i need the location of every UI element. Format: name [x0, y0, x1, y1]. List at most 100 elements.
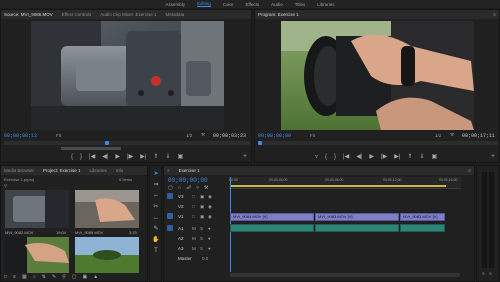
eye-icon[interactable]: ◉ — [208, 194, 212, 200]
workspace-color[interactable]: Color — [223, 2, 234, 7]
source-zoom-bar[interactable] — [61, 147, 121, 150]
wrench-icon[interactable]: ⚒ — [201, 132, 205, 138]
step-back-icon[interactable]: ◀| — [356, 153, 362, 160]
master-volume[interactable]: 0.0 — [202, 256, 208, 261]
panel-menu-icon[interactable]: ≡ — [493, 12, 496, 18]
tab-media-browser[interactable]: Media Browser — [4, 168, 34, 173]
ripple-edit-tool-icon[interactable]: ⇔ — [152, 192, 160, 200]
sync-lock-icon[interactable]: ▣ — [200, 194, 204, 200]
panel-menu-icon[interactable]: ≡ — [468, 168, 471, 174]
sync-lock-icon[interactable]: ▣ — [200, 204, 204, 210]
workspace-libraries[interactable]: Libraries — [317, 2, 334, 7]
go-to-out-icon[interactable]: ▶| — [140, 153, 146, 160]
mark-in-icon[interactable]: { — [325, 154, 327, 160]
new-item-icon[interactable]: ▣ — [83, 274, 88, 280]
lock-icon[interactable]: □ — [192, 214, 195, 219]
step-forward-icon[interactable]: |▶ — [381, 153, 387, 160]
timeline-ruler[interactable]: 00;00 00;00;04;00 00;00;08;00 00;00;12;0… — [229, 177, 461, 189]
source-patch-a1[interactable] — [167, 225, 173, 231]
tab-project[interactable]: Project: Exercise 1 — [43, 168, 81, 173]
workspace-audio[interactable]: Audio — [271, 2, 283, 7]
audio-clip[interactable] — [230, 224, 314, 232]
mute-icon[interactable]: M — [192, 246, 196, 251]
type-tool-icon[interactable]: T — [152, 247, 160, 255]
tab-source[interactable]: Source: MVI_9086.MOV — [4, 12, 53, 17]
eye-icon[interactable]: ◉ — [208, 204, 212, 210]
program-time-ruler[interactable] — [258, 141, 498, 145]
source-time-ruler[interactable] — [4, 141, 250, 145]
find-icon[interactable]: ⚲ — [62, 274, 66, 280]
microphone-icon[interactable]: ● — [208, 246, 211, 251]
lock-icon[interactable]: □ — [192, 194, 195, 199]
workspace-titles[interactable]: Titles — [295, 2, 306, 7]
mute-icon[interactable]: M — [192, 236, 196, 241]
workspace-effects[interactable]: Effects — [245, 2, 259, 7]
list-view-icon[interactable]: ≡ — [13, 274, 16, 280]
workspace-editing[interactable]: Editing — [196, 1, 211, 7]
lock-icon[interactable]: □ — [4, 274, 7, 280]
source-fit-dropdown[interactable]: Fit — [56, 133, 61, 138]
audio-clip[interactable] — [315, 224, 399, 232]
video-clip[interactable]: MVI_9083.MOV [V] — [315, 213, 399, 221]
source-video-frame[interactable] — [31, 21, 224, 130]
hand-tool-icon[interactable]: ✋ — [152, 236, 160, 244]
source-playhead[interactable] — [105, 141, 109, 145]
search-icon[interactable]: ⚲ — [4, 183, 7, 188]
extract-icon[interactable]: ⇓ — [419, 153, 424, 160]
marker-icon[interactable]: ▿ — [315, 153, 318, 160]
new-bin-icon[interactable]: ▢ — [72, 274, 77, 280]
program-video-frame[interactable] — [281, 21, 474, 130]
nest-icon[interactable]: ▢ — [168, 185, 173, 191]
program-playhead[interactable] — [258, 141, 262, 145]
step-back-icon[interactable]: ◀| — [102, 153, 108, 160]
work-area-bar[interactable] — [231, 185, 446, 187]
source-add-button-icon[interactable]: + — [243, 153, 247, 160]
go-to-in-icon[interactable]: |◀ — [343, 153, 349, 160]
source-resolution-fraction[interactable]: 1/2 — [186, 133, 192, 138]
overwrite-icon[interactable]: ⇓ — [165, 153, 170, 160]
program-timecode[interactable]: 00;00;00;00 — [258, 133, 291, 139]
lock-icon[interactable]: □ — [192, 204, 195, 209]
video-clip[interactable]: MVI_9083.MOV [V] — [400, 213, 445, 221]
play-icon[interactable]: ▶ — [369, 153, 374, 160]
pen-tool-icon[interactable]: ✎ — [152, 225, 160, 233]
source-patch-v1[interactable] — [167, 213, 173, 219]
tab-metadata[interactable]: Metadata — [166, 12, 185, 17]
project-thumbnail[interactable] — [75, 237, 139, 273]
razor-tool-icon[interactable]: ✂ — [152, 203, 160, 211]
icon-view-icon[interactable]: ▦ — [22, 274, 27, 280]
tab-program[interactable]: Program: Exercise 1 — [258, 12, 299, 17]
linked-selection-icon[interactable]: ☍ — [186, 185, 191, 191]
program-add-button-icon[interactable]: + — [491, 153, 495, 160]
add-marker-icon[interactable]: ▿ — [196, 185, 199, 191]
solo-icon[interactable]: S — [200, 236, 203, 241]
tab-sequence[interactable]: Exercise 1 — [179, 168, 200, 173]
workspace-assembly[interactable]: Assembly — [165, 2, 185, 7]
project-thumbnail[interactable] — [5, 237, 69, 273]
go-to-in-icon[interactable]: |◀ — [89, 153, 95, 160]
program-resolution-fraction[interactable]: 1/2 — [435, 133, 441, 138]
step-forward-icon[interactable]: |▶ — [127, 153, 133, 160]
export-frame-icon[interactable]: ▣ — [177, 153, 183, 160]
lift-icon[interactable]: ⇑ — [407, 153, 412, 160]
track-select-tool-icon[interactable]: ⇒ — [152, 181, 160, 189]
project-thumbnail[interactable] — [75, 190, 139, 228]
mark-out-icon[interactable]: } — [80, 154, 82, 160]
zoom-slider-icon[interactable]: ○ — [33, 274, 36, 280]
eye-icon[interactable]: ◉ — [208, 214, 212, 220]
mark-in-icon[interactable]: { — [71, 154, 73, 160]
source-timecode-in[interactable]: 00;00;08;12 — [4, 133, 37, 139]
tab-info[interactable]: Info — [116, 168, 124, 173]
automate-icon[interactable]: ✎ — [52, 274, 56, 280]
tab-effect-controls[interactable]: Effect Controls — [62, 12, 91, 17]
solo-icon[interactable]: S — [200, 226, 203, 231]
trash-icon[interactable]: ▲ — [93, 274, 98, 280]
wrench-icon[interactable]: ⚒ — [450, 132, 454, 138]
timeline-timecode[interactable]: 00;00;00;00 — [168, 177, 208, 184]
go-to-out-icon[interactable]: ▶| — [394, 153, 400, 160]
selection-tool-icon[interactable]: ➤ — [152, 170, 160, 178]
source-patch-v3[interactable] — [167, 193, 173, 199]
slip-tool-icon[interactable]: ↔ — [152, 214, 160, 222]
tab-audio-clip-mixer[interactable]: Audio Clip Mixer: Exercise 1 — [100, 12, 156, 17]
solo-icon[interactable]: S — [489, 271, 492, 276]
